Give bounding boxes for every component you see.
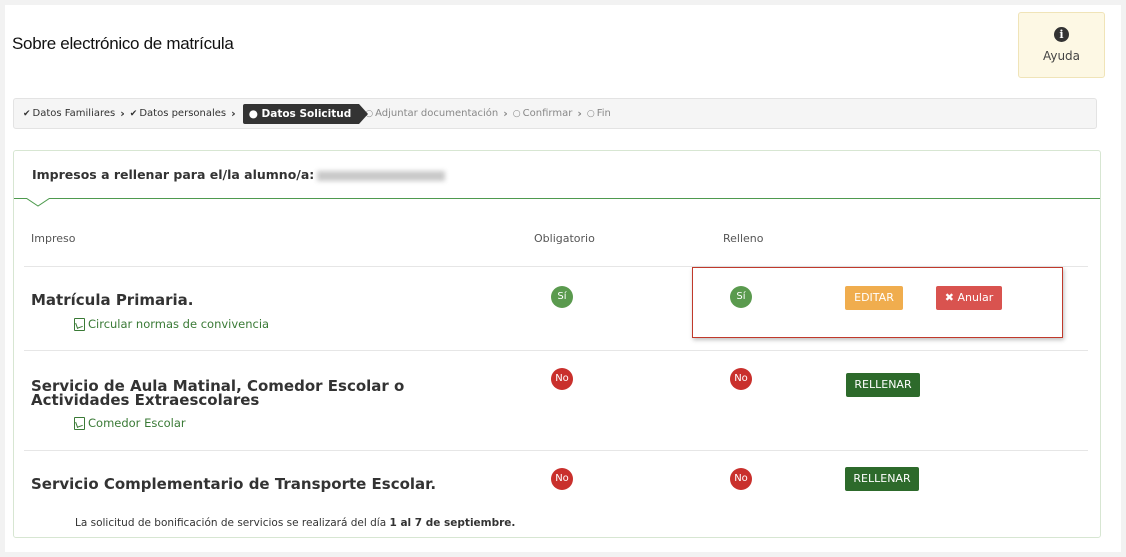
- step-confirmar: ○ Confirmar: [512, 108, 573, 119]
- file-pdf-icon: [74, 416, 85, 430]
- help-label: Ayuda: [1042, 49, 1081, 63]
- check-circle-icon: ✔: [129, 108, 138, 119]
- step-adjuntar-documentacion: ○ Adjuntar documentación: [365, 108, 499, 119]
- obligatorio-badge: No: [551, 368, 573, 390]
- panel-title: Impresos a rellenar para el/la alumno/a:: [32, 167, 446, 182]
- step-fin: ○ Fin: [586, 108, 611, 119]
- column-relleno: Relleno: [723, 232, 764, 245]
- step-datos-solicitud: ● Datos Solicitud: [242, 103, 368, 124]
- column-obligatorio: Obligatorio: [534, 232, 595, 245]
- row-title-transporte: Servicio Complementario de Transporte Es…: [31, 475, 437, 493]
- circle-outline-icon: ○: [512, 108, 521, 119]
- page-title: Sobre electrónico de matrícula: [12, 34, 234, 53]
- dot-circle-icon: ●: [248, 107, 258, 120]
- row-title-servicio-aula: Servicio de Aula Matinal, Comedor Escola…: [31, 377, 405, 409]
- chevron-right-icon: ›: [577, 107, 582, 120]
- step-datos-familiares[interactable]: ✔ Datos Familiares: [23, 108, 115, 119]
- wizard-breadcrumb: ✔ Datos Familiares › ✔ Datos personales › …: [13, 98, 1097, 129]
- info-icon: i: [1054, 27, 1069, 42]
- link-comedor-escolar[interactable]: Comedor Escolar: [74, 416, 186, 430]
- chevron-right-icon: ›: [503, 107, 508, 120]
- fill-button[interactable]: RELLENAR: [845, 467, 919, 491]
- highlight-box: [692, 267, 1063, 338]
- row-divider: [24, 350, 1088, 351]
- column-impreso: Impreso: [31, 232, 76, 245]
- panel-notch: [26, 198, 50, 207]
- student-name-redacted: [317, 170, 446, 181]
- help-button[interactable]: i Ayuda: [1018, 12, 1105, 78]
- panel-header: Impresos a rellenar para el/la alumno/a:: [14, 151, 1100, 199]
- step-datos-personales[interactable]: ✔ Datos personales: [130, 108, 226, 119]
- obligatorio-badge: Sí: [551, 286, 573, 308]
- circle-outline-icon: ○: [586, 108, 595, 119]
- row-title-matricula: Matrícula Primaria.: [31, 291, 194, 309]
- file-pdf-icon: [74, 317, 85, 331]
- link-circular-normas[interactable]: Circular normas de convivencia: [74, 317, 269, 331]
- relleno-badge: No: [730, 468, 752, 490]
- check-circle-icon: ✔: [23, 108, 31, 119]
- relleno-badge: No: [730, 368, 752, 390]
- row-divider: [24, 450, 1088, 451]
- bonificacion-note: La solicitud de bonificación de servicio…: [75, 517, 516, 529]
- chevron-right-icon: ›: [120, 107, 125, 120]
- chevron-right-icon: ›: [231, 107, 236, 120]
- obligatorio-badge: No: [551, 468, 573, 490]
- fill-button[interactable]: RELLENAR: [846, 373, 920, 397]
